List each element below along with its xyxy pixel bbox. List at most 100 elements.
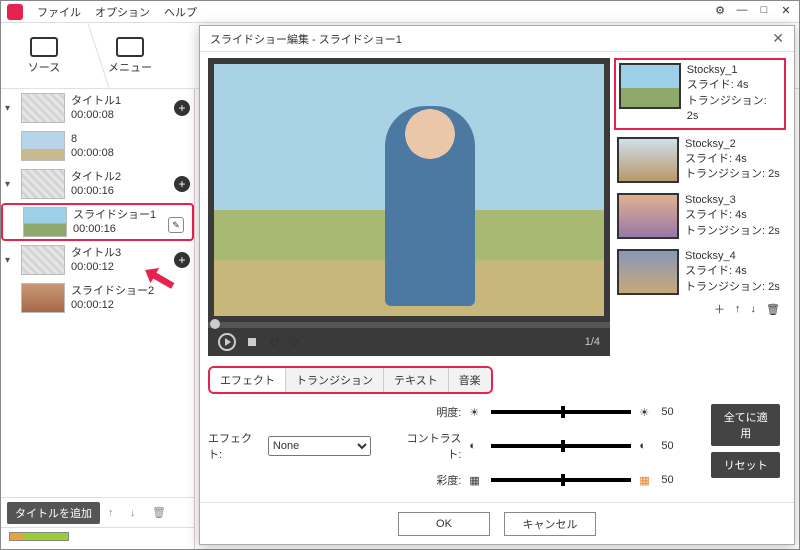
- thumb-trans: トランジション: 2s: [685, 167, 780, 182]
- sidebar-up-icon[interactable]: ↑: [108, 507, 122, 519]
- slide-counter: 1/4: [585, 336, 600, 348]
- thumb-name: Stocksy_3: [685, 193, 780, 208]
- tree-item[interactable]: ▾タイトル300:00:12+: [1, 241, 194, 279]
- thumb-image: [619, 63, 681, 109]
- stop-button[interactable]: [248, 338, 256, 346]
- play-button[interactable]: [218, 333, 236, 351]
- menu-help[interactable]: ヘルプ: [164, 4, 197, 20]
- window-gear-icon[interactable]: ⚙: [711, 3, 729, 17]
- tree-item-time: 00:00:16: [71, 184, 168, 198]
- sidebar-footer: タイトルを追加 ↑ ↓ 🗑: [1, 497, 194, 527]
- thumb-slide: スライド: 4s: [685, 152, 780, 167]
- window-minimize-icon[interactable]: —: [733, 3, 751, 17]
- cancel-button[interactable]: キャンセル: [504, 512, 596, 536]
- tree: ▾タイトル100:00:08+800:00:08▾タイトル200:00:16+ス…: [1, 89, 194, 497]
- player-controls: ⟲ ⟳ 1/4: [208, 328, 610, 356]
- tab-transition[interactable]: トランジション: [286, 368, 384, 392]
- thumb-name: Stocksy_4: [685, 249, 780, 264]
- preview-player: ⟲ ⟳ 1/4: [208, 58, 610, 356]
- tree-thumb: [23, 207, 67, 237]
- window-maximize-icon[interactable]: □: [755, 3, 773, 17]
- edit-button[interactable]: ✎: [168, 217, 184, 233]
- saturation-slider[interactable]: [491, 478, 631, 482]
- tree-item[interactable]: ▾タイトル100:00:08+: [1, 89, 194, 127]
- tab-music[interactable]: 音楽: [449, 368, 491, 392]
- thumb-name: Stocksy_2: [685, 137, 780, 152]
- preview-viewport: [208, 58, 610, 322]
- brightness-slider[interactable]: [491, 410, 631, 414]
- tab-effect[interactable]: エフェクト: [210, 368, 286, 392]
- sidebar: ▾タイトル100:00:08+800:00:08▾タイトル200:00:16+ス…: [1, 89, 195, 549]
- tree-item-label: 8: [71, 132, 190, 146]
- thumb-trans: トランジション: 2s: [687, 94, 781, 125]
- saturation-value: 50: [661, 474, 681, 486]
- tree-item-time: 00:00:12: [71, 298, 190, 312]
- add-button[interactable]: +: [174, 100, 190, 116]
- effect-select[interactable]: None: [268, 436, 371, 456]
- slideshow-edit-dialog: スライドショー編集 - スライドショー1 ✕ ⟲ ⟳ 1/4 Stocksy_1…: [199, 25, 795, 545]
- tree-item-time: 00:00:08: [71, 108, 168, 122]
- tree-item-label: タイトル2: [71, 170, 168, 184]
- thumb-trash-icon[interactable]: 🗑: [766, 303, 780, 316]
- expand-icon[interactable]: ▾: [5, 255, 15, 266]
- thumb-trans: トランジション: 2s: [685, 224, 780, 239]
- window-close-icon[interactable]: ✕: [777, 3, 795, 17]
- brightness-label: 明度:: [401, 404, 461, 420]
- tree-item[interactable]: スライドショー100:00:16✎: [1, 203, 194, 241]
- tree-thumb: [21, 93, 65, 123]
- add-button[interactable]: +: [174, 176, 190, 192]
- dialog-footer: OK キャンセル: [200, 502, 794, 544]
- contrast-low-icon: ◐: [469, 440, 483, 452]
- ok-button[interactable]: OK: [398, 512, 490, 536]
- dialog-close-icon[interactable]: ✕: [772, 30, 784, 47]
- sidebar-trash-icon[interactable]: 🗑: [152, 506, 166, 519]
- tree-item[interactable]: 800:00:08: [1, 127, 194, 165]
- scrub-bar[interactable]: [208, 322, 610, 328]
- brightness-value: 50: [661, 406, 681, 418]
- expand-icon[interactable]: ▾: [5, 103, 15, 114]
- thumb-down-icon[interactable]: ↓: [751, 303, 757, 315]
- effect-label: エフェクト:: [208, 430, 258, 462]
- add-title-button[interactable]: タイトルを追加: [7, 502, 100, 524]
- thumb-add-icon[interactable]: ＋: [714, 301, 725, 317]
- rotate-left-icon[interactable]: ⟲: [268, 335, 278, 349]
- saturation-high-icon: ▦: [639, 474, 653, 487]
- menu-icon: [116, 37, 144, 57]
- nav-menu-label: メニュー: [108, 59, 152, 75]
- thumb-image: [617, 137, 679, 183]
- tree-thumb: [21, 283, 65, 313]
- sidebar-down-icon[interactable]: ↓: [130, 507, 144, 519]
- thumb-image: [617, 249, 679, 295]
- tree-item-label: タイトル3: [71, 246, 168, 260]
- nav-source[interactable]: ソース: [1, 23, 87, 88]
- tree-thumb: [21, 131, 65, 161]
- tab-text[interactable]: テキスト: [384, 368, 449, 392]
- saturation-label: 彩度:: [401, 472, 461, 488]
- nav-menu[interactable]: メニュー: [87, 23, 173, 88]
- thumbnail-item[interactable]: Stocksy_3スライド: 4sトランジション: 2s: [614, 190, 786, 242]
- add-button[interactable]: +: [174, 252, 190, 268]
- thumbnail-item[interactable]: Stocksy_1スライド: 4sトランジション: 2s: [614, 58, 786, 130]
- thumb-name: Stocksy_1: [687, 63, 781, 78]
- thumb-slide: スライド: 4s: [685, 264, 780, 279]
- contrast-slider[interactable]: [491, 444, 631, 448]
- menubar: ファイル オプション ヘルプ ⚙ — □ ✕: [1, 1, 799, 23]
- rotate-right-icon[interactable]: ⟳: [290, 335, 300, 349]
- nav-source-label: ソース: [28, 59, 60, 75]
- apply-all-button[interactable]: 全てに適用: [711, 404, 780, 446]
- tree-item[interactable]: ▾ タイトル200:00:16 +: [1, 165, 194, 203]
- timeline: [1, 527, 194, 549]
- thumbnail-item[interactable]: Stocksy_2スライド: 4sトランジション: 2s: [614, 134, 786, 186]
- brightness-high-icon: ☀: [639, 406, 653, 419]
- effect-tabs: エフェクト トランジション テキスト 音楽: [208, 366, 493, 394]
- menu-file[interactable]: ファイル: [37, 4, 81, 20]
- expand-icon[interactable]: ▾: [5, 179, 15, 190]
- thumb-image: [617, 193, 679, 239]
- reset-button[interactable]: リセット: [711, 452, 780, 478]
- source-icon: [30, 37, 58, 57]
- app-logo: [7, 4, 23, 20]
- thumb-up-icon[interactable]: ↑: [735, 303, 741, 315]
- menu-option[interactable]: オプション: [95, 4, 150, 20]
- dialog-title: スライドショー編集 - スライドショー1: [210, 31, 402, 47]
- thumbnail-item[interactable]: Stocksy_4スライド: 4sトランジション: 2s: [614, 246, 786, 298]
